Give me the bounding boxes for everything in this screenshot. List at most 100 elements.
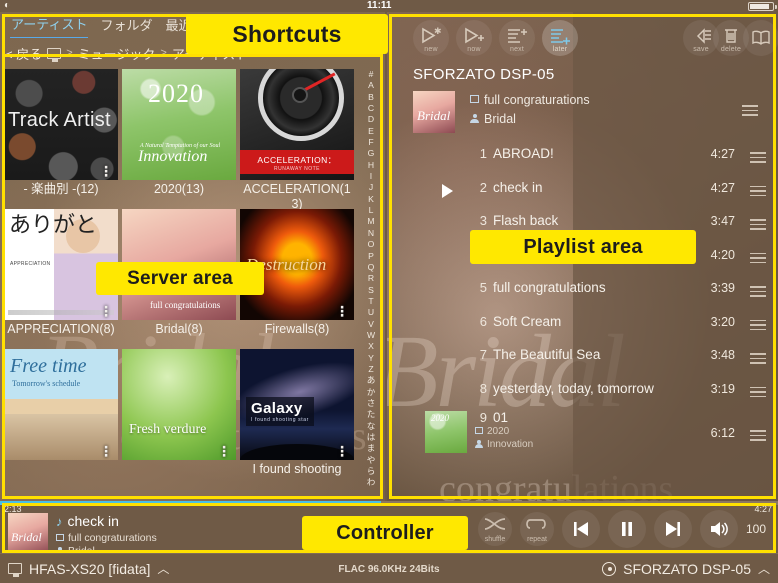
queue-new-button[interactable]: ✱ new xyxy=(413,20,449,56)
album-art[interactable]: Track Artist ⋮ xyxy=(4,69,118,180)
track-drag-handle[interactable] xyxy=(750,430,766,441)
now-playing-info[interactable]: Bridal ♪ check in full congraturations Br… xyxy=(8,513,258,557)
track-drag-handle[interactable] xyxy=(750,286,766,297)
index-letter[interactable]: P xyxy=(368,251,374,262)
grid-tile[interactable]: Track Artist ⋮ - 楽曲別 -(12) xyxy=(4,69,118,208)
index-letter[interactable]: F xyxy=(368,137,373,148)
index-letter[interactable]: た xyxy=(367,409,376,420)
index-letter[interactable]: あ xyxy=(367,375,376,386)
album-art-text: Track Artist xyxy=(8,109,111,131)
previous-button[interactable] xyxy=(562,510,600,548)
more-options-icon[interactable]: ⋮ xyxy=(99,444,113,458)
index-letter[interactable]: M xyxy=(367,216,374,227)
more-options-icon[interactable]: ⋮ xyxy=(335,444,349,458)
index-letter[interactable]: ま xyxy=(367,443,376,454)
index-letter[interactable]: な xyxy=(367,421,376,432)
tab-folder[interactable]: フォルダ xyxy=(99,13,153,38)
annotation-server-area: Server area xyxy=(96,262,264,295)
index-letter[interactable]: # xyxy=(369,69,374,80)
pause-button[interactable] xyxy=(608,510,646,548)
progress-bar[interactable] xyxy=(0,501,778,505)
next-button[interactable] xyxy=(654,510,692,548)
track-drag-handle[interactable] xyxy=(750,386,766,398)
index-letter[interactable]: G xyxy=(368,148,375,159)
index-letter[interactable]: E xyxy=(368,126,374,137)
index-letter[interactable]: わ xyxy=(367,477,376,488)
grid-tile[interactable]: 2020 A Natural Temptation of our Soul In… xyxy=(122,69,236,208)
status-renderer[interactable]: SFORZATO DSP-05 ︿ xyxy=(602,560,770,577)
track-drag-handle[interactable] xyxy=(750,185,766,197)
grid-tile[interactable]: Free time Tomorrow's schedule ⋮ xyxy=(4,349,118,488)
now-playing-cover-art: Bridal xyxy=(8,513,48,553)
playlist-row[interactable]: 2 check in 4:27 xyxy=(387,174,778,208)
album-art[interactable]: Galaxy I found shooting star ⋮ xyxy=(240,349,354,460)
album-art[interactable]: ACCELERATION： RUNAWAY NOTE xyxy=(240,69,354,180)
queue-now-button[interactable]: now xyxy=(456,20,492,56)
more-options-icon[interactable]: ⋮ xyxy=(217,444,231,458)
album-art[interactable]: Fresh verdure ⋮ xyxy=(122,349,236,460)
shuffle-label: shuffle xyxy=(484,536,506,543)
index-letter[interactable]: Z xyxy=(368,364,373,375)
playlist-row[interactable]: 2020 9 01 2020 Innovation 6:12 xyxy=(387,408,778,459)
index-letter[interactable]: ら xyxy=(367,466,376,477)
index-letter[interactable]: L xyxy=(369,205,374,216)
index-letter[interactable]: U xyxy=(368,307,374,318)
index-letter[interactable]: R xyxy=(368,273,374,284)
playlist-row[interactable]: 6 Soft Cream 3:20 xyxy=(387,308,778,342)
track-drag-handle[interactable] xyxy=(750,152,766,163)
tab-artist[interactable]: アーティスト xyxy=(10,12,89,38)
more-options-icon[interactable]: ⋮ xyxy=(99,164,113,178)
library-book-button[interactable] xyxy=(743,20,778,56)
grid-tile[interactable]: Galaxy I found shooting star ⋮ I found s… xyxy=(240,349,354,488)
repeat-button[interactable]: repeat xyxy=(520,512,554,546)
index-letter[interactable]: B xyxy=(368,92,374,103)
index-letter[interactable]: A xyxy=(368,80,374,91)
volume-button[interactable] xyxy=(700,510,738,548)
playlist-row[interactable]: 5 full congratulations 3:39 xyxy=(387,274,778,308)
index-letter[interactable]: や xyxy=(367,455,376,466)
queue-later-button[interactable]: later xyxy=(542,20,578,56)
index-letter[interactable]: さ xyxy=(367,398,376,409)
index-letter[interactable]: Y xyxy=(368,353,374,364)
index-letter[interactable]: X xyxy=(368,341,374,352)
index-letter[interactable]: N xyxy=(368,228,374,239)
more-options-icon[interactable]: ⋮ xyxy=(335,304,349,318)
playlist-row[interactable]: 7 The Beautiful Sea 3:48 xyxy=(387,341,778,375)
index-letter[interactable]: D xyxy=(368,114,374,125)
index-letter[interactable]: か xyxy=(367,387,376,398)
playlist-header-drag-handle[interactable] xyxy=(742,105,758,116)
index-letter[interactable]: W xyxy=(367,330,375,341)
index-letter[interactable]: S xyxy=(368,285,374,296)
album-art[interactable]: Free time Tomorrow's schedule ⋮ xyxy=(4,349,118,460)
index-letter[interactable]: V xyxy=(368,319,374,330)
index-letter[interactable]: C xyxy=(368,103,374,114)
playlist-row[interactable]: 1 ABROAD! 4:27 xyxy=(387,140,778,174)
back-button[interactable]: < 戻る xyxy=(5,44,42,63)
index-letter[interactable]: O xyxy=(368,239,375,250)
grid-tile[interactable]: Fresh verdure ⋮ xyxy=(122,349,236,488)
track-drag-handle[interactable] xyxy=(750,252,766,264)
more-options-icon[interactable]: ⋮ xyxy=(99,304,113,318)
playlist-row[interactable]: 8 yesterday, today, tomorrow 3:19 xyxy=(387,375,778,409)
album-art[interactable]: 2020 A Natural Temptation of our Soul In… xyxy=(122,69,236,180)
index-letter[interactable]: H xyxy=(368,160,374,171)
track-drag-handle[interactable] xyxy=(750,319,766,331)
queue-next-button[interactable]: next xyxy=(499,20,535,56)
track-number: 7 xyxy=(479,347,487,362)
alphabet-index-strip[interactable]: # A B C D E F G H I J K L M N O P Q R S T U V W X Y Z あかさたなはまやらわ xyxy=(357,69,385,497)
index-letter[interactable]: は xyxy=(367,432,376,443)
index-letter[interactable]: I xyxy=(370,171,372,182)
index-letter[interactable]: T xyxy=(368,296,373,307)
index-letter[interactable]: Q xyxy=(368,262,375,273)
shuffle-button[interactable]: shuffle xyxy=(478,512,512,546)
track-title: The Beautiful Sea xyxy=(493,347,601,362)
chevron-up-icon[interactable]: ︿ xyxy=(758,560,770,577)
track-duration: 3:20 xyxy=(710,314,735,329)
breadcrumb-music[interactable]: ミュージック xyxy=(78,44,156,63)
track-drag-handle[interactable] xyxy=(750,219,766,230)
track-drag-handle[interactable] xyxy=(750,353,766,364)
index-letter[interactable]: K xyxy=(368,194,374,205)
track-number: 9 xyxy=(479,410,487,425)
index-letter[interactable]: J xyxy=(369,182,373,193)
grid-tile[interactable]: ACCELERATION： RUNAWAY NOTE ACCELERATION(… xyxy=(240,69,354,211)
